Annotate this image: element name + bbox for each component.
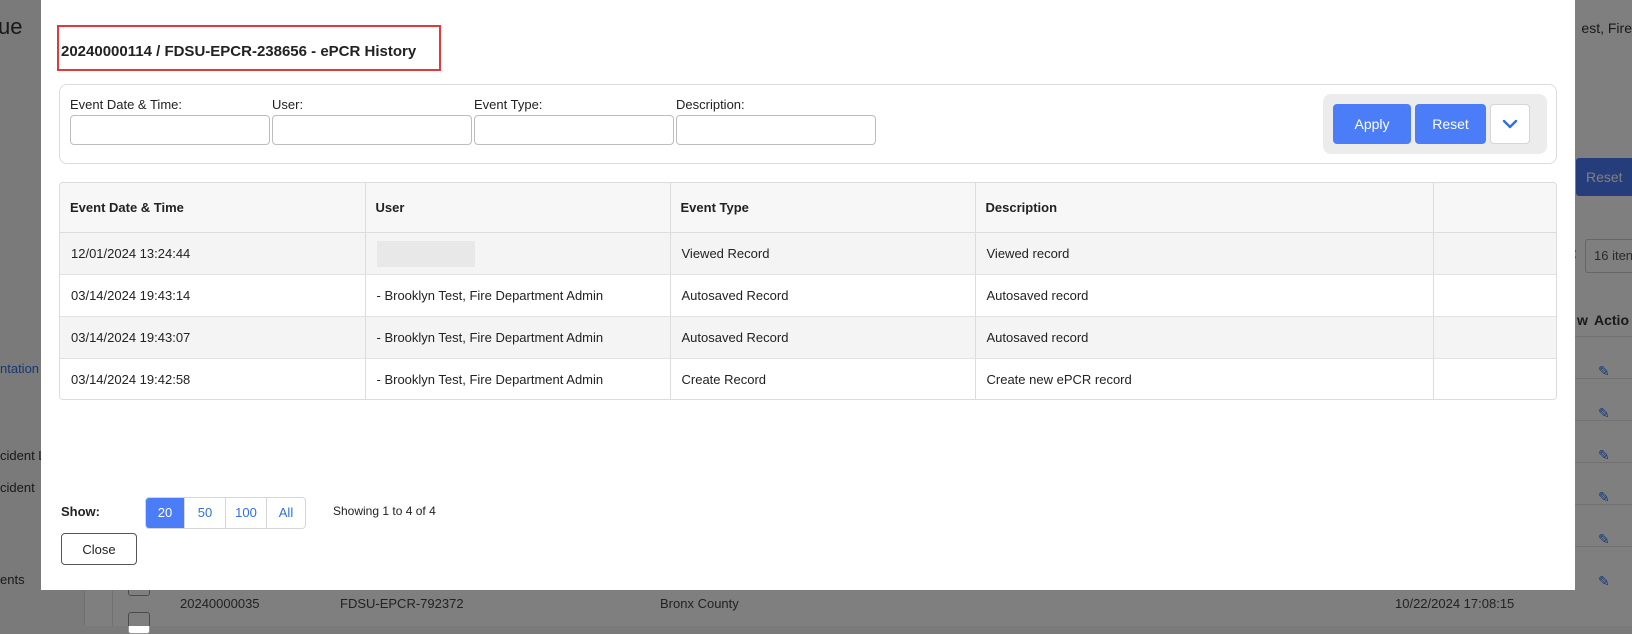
page-size-label: Show: [61,504,100,519]
close-button[interactable]: Close [61,533,137,565]
column-header-description[interactable]: Description [975,183,1434,233]
cell-event-date: 03/14/2024 19:42:58 [60,358,366,399]
cell-event-date: 12/01/2024 13:24:44 [60,232,366,275]
cell-blank [1433,316,1556,359]
cell-event-date: 03/14/2024 19:43:14 [60,274,366,317]
column-header-event-date[interactable]: Event Date & Time [60,183,366,233]
cell-description: Viewed record [975,232,1434,275]
modal-title: 20240000114 / FDSU-EPCR-238656 - ePCR Hi… [61,43,417,60]
history-table: Event Date & Time User Event Type Descri… [59,182,1557,400]
filter-label-event-date: Event Date & Time: [70,97,182,112]
cell-user: - Brooklyn Test, Fire Department Admin [365,358,671,399]
user-input[interactable] [272,115,472,145]
showing-count: Showing 1 to 4 of 4 [333,504,436,518]
cell-blank [1433,232,1556,275]
filter-label-description: Description: [676,97,745,112]
table-row: 12/01/2024 13:24:44 Viewed Record Viewed… [60,232,1556,275]
page-size-50[interactable]: 50 [185,498,226,528]
cell-description: Autosaved record [975,274,1434,317]
table-row: 03/14/2024 19:42:58 - Brooklyn Test, Fir… [60,358,1556,399]
description-input[interactable] [676,115,876,145]
epcr-history-modal: 20240000114 / FDSU-EPCR-238656 - ePCR Hi… [41,0,1575,590]
cell-user: - Brooklyn Test, Fire Department Admin [365,316,671,359]
event-date-input[interactable] [70,115,270,145]
table-row: 03/14/2024 19:43:14 - Brooklyn Test, Fir… [60,274,1556,317]
event-type-input[interactable] [474,115,674,145]
filter-label-user: User: [272,97,304,112]
table-header-row: Event Date & Time User Event Type Descri… [60,183,1556,233]
expand-filters-button[interactable] [1490,104,1530,144]
column-header-blank [1433,183,1556,233]
cell-blank [1433,358,1556,399]
column-header-user[interactable]: User [365,183,671,233]
cell-user: - Brooklyn Test, Fire Department Admin [365,274,671,317]
table-row: 03/14/2024 19:43:07 - Brooklyn Test, Fir… [60,316,1556,359]
cell-event-type: Create Record [670,358,976,399]
cell-event-type: Autosaved Record [670,274,976,317]
cell-event-date: 03/14/2024 19:43:07 [60,316,366,359]
chevron-down-icon [1502,119,1518,129]
cell-event-type: Autosaved Record [670,316,976,359]
page-size-selector: 20 50 100 All [145,497,306,529]
page-size-100[interactable]: 100 [226,498,267,528]
redacted-user [376,240,475,267]
reset-button[interactable]: Reset [1415,104,1486,144]
cell-user [365,232,671,275]
page-size-20[interactable]: 20 [146,498,185,528]
cell-description: Autosaved record [975,316,1434,359]
cell-blank [1433,274,1556,317]
filter-label-event-type: Event Type: [474,97,543,112]
apply-button[interactable]: Apply [1333,104,1411,144]
cell-description: Create new ePCR record [975,358,1434,399]
cell-event-type: Viewed Record [670,232,976,275]
page-size-all[interactable]: All [267,498,305,528]
column-header-event-type[interactable]: Event Type [670,183,976,233]
